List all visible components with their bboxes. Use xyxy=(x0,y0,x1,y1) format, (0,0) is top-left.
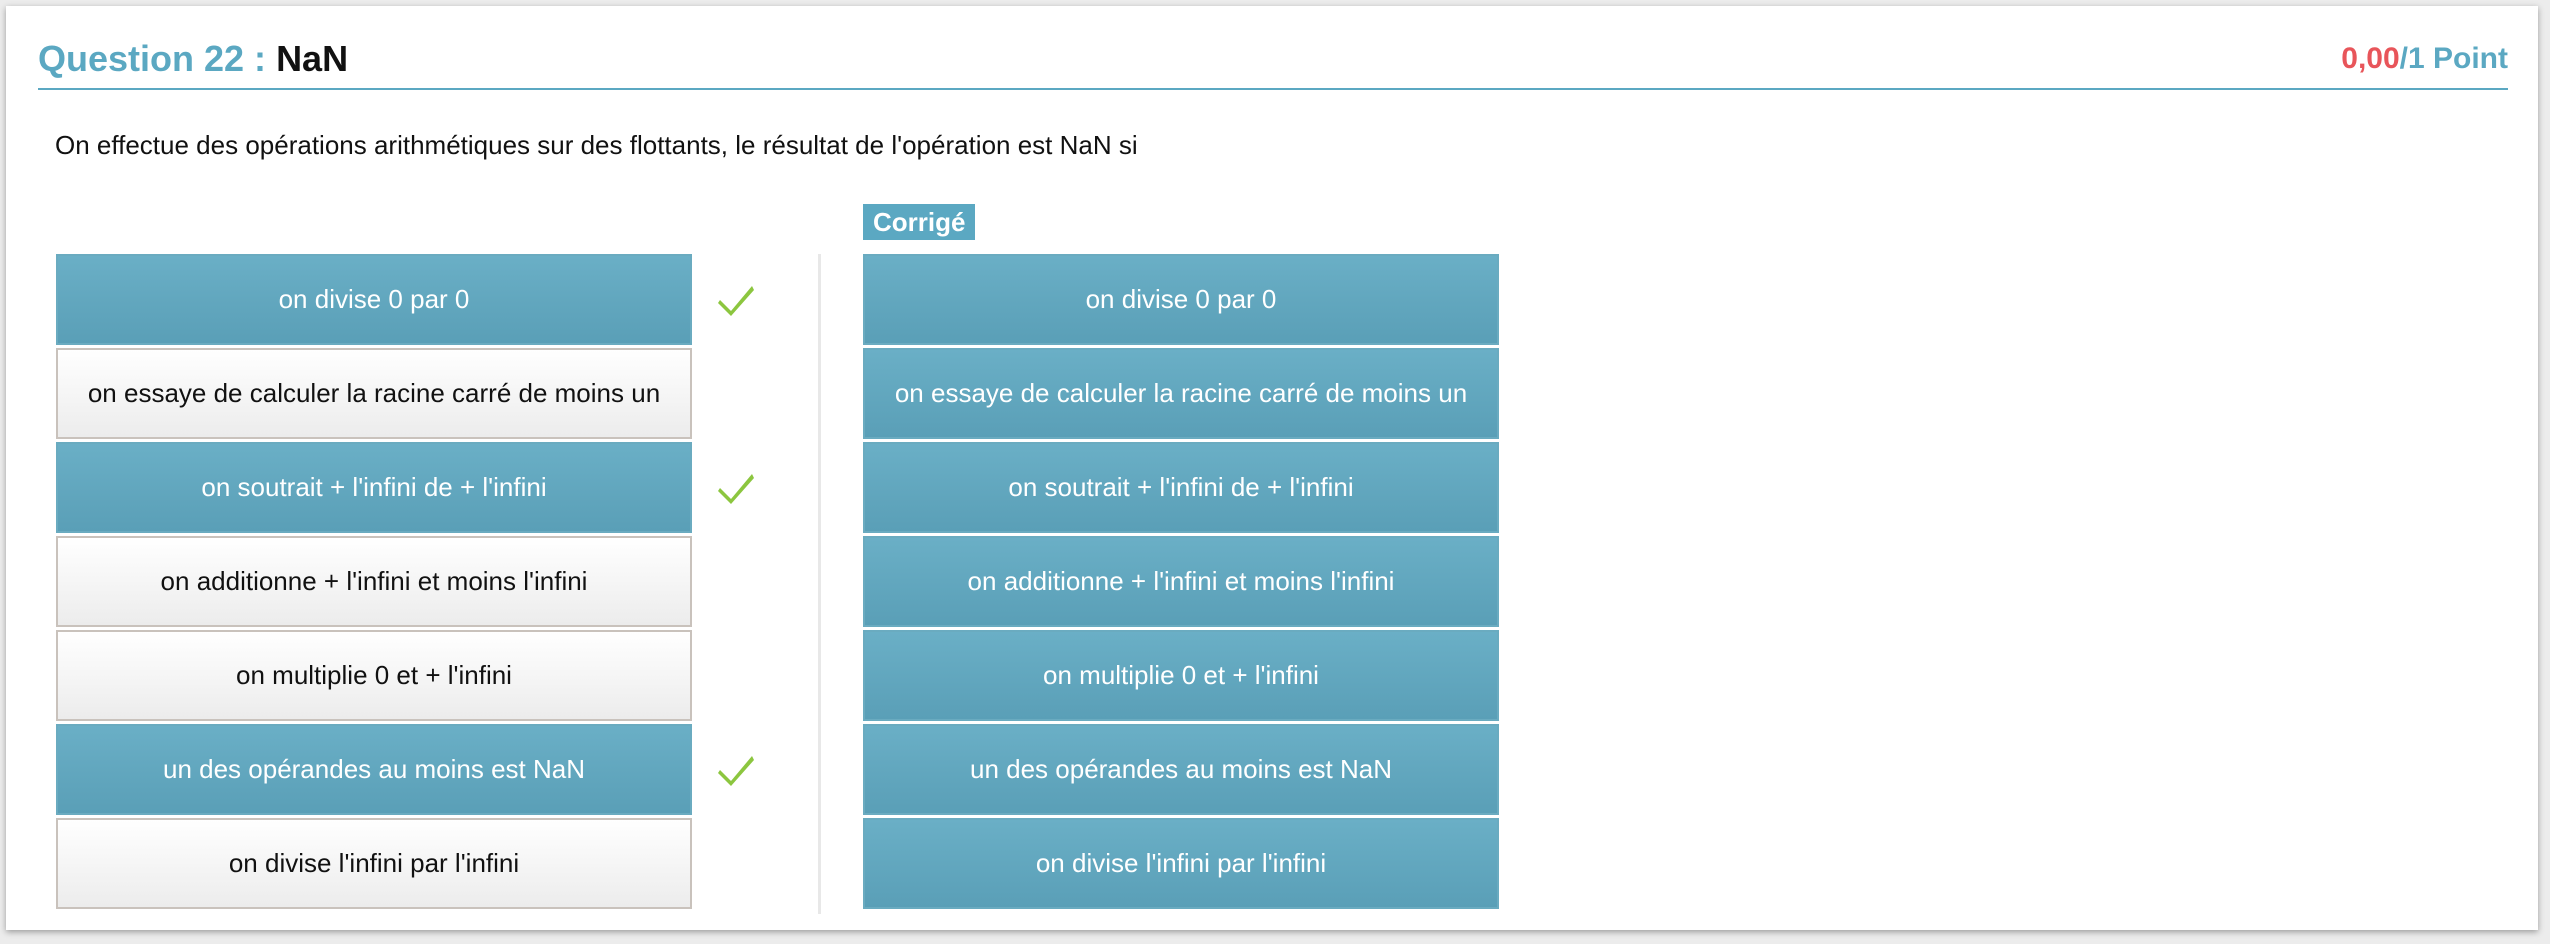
question-title: Question 22 : NaN xyxy=(38,38,348,80)
question-statement: On effectue des opérations arithmétiques… xyxy=(55,130,1138,160)
corrige-item-label: on additionne + l'infini et moins l'infi… xyxy=(967,566,1395,596)
corrige-item: on divise 0 par 0 xyxy=(863,254,1499,345)
answer-option-label: on divise l'infini par l'infini xyxy=(228,848,520,878)
answer-option[interactable]: on multiplie 0 et + l'infini xyxy=(56,630,692,721)
answer-option[interactable]: un des opérandes au moins est NaN xyxy=(56,724,692,815)
corrige-item: un des opérandes au moins est NaN xyxy=(863,724,1499,815)
answer-option-label: on divise 0 par 0 xyxy=(278,284,470,314)
corrige-item: on essaye de calculer la racine carré de… xyxy=(863,348,1499,439)
corrige-item-label: on essaye de calculer la racine carré de… xyxy=(894,378,1468,408)
answer-option[interactable]: on essaye de calculer la racine carré de… xyxy=(56,348,692,439)
corrige-item: on multiplie 0 et + l'infini xyxy=(863,630,1499,721)
answer-list: on divise 0 par 0 on essaye de calculer … xyxy=(56,254,696,912)
check-icon xyxy=(716,749,756,789)
corrige-label: Corrigé xyxy=(863,204,976,240)
corrige-item-label: on divise 0 par 0 xyxy=(1085,284,1277,314)
score: 0,00/1 Point xyxy=(2341,42,2508,76)
answer-option[interactable]: on divise 0 par 0 xyxy=(56,254,692,345)
answer-option[interactable]: on additionne + l'infini et moins l'infi… xyxy=(56,536,692,627)
check-icon xyxy=(716,467,756,507)
corrige-item-label: on soutrait + l'infini de + l'infini xyxy=(1008,472,1354,502)
answer-option-label: on multiplie 0 et + l'infini xyxy=(236,660,512,690)
corrige-item-label: on divise l'infini par l'infini xyxy=(1035,848,1327,878)
check-icon xyxy=(716,279,756,319)
score-value: 0,00 xyxy=(2341,42,2400,75)
column-divider xyxy=(818,254,821,914)
score-total: /1 Point xyxy=(2399,42,2508,75)
answer-option-label: un des opérandes au moins est NaN xyxy=(162,754,586,784)
corrige-item-label: un des opérandes au moins est NaN xyxy=(969,754,1393,784)
corrige-item: on divise l'infini par l'infini xyxy=(863,818,1499,909)
answer-option-label: on soutrait + l'infini de + l'infini xyxy=(201,472,547,502)
question-card: Question 22 : NaN 0,00/1 Point On effect… xyxy=(6,6,2538,930)
corrige-list: on divise 0 par 0 on essaye de calculer … xyxy=(863,254,1503,912)
corrige-item: on soutrait + l'infini de + l'infini xyxy=(863,442,1499,533)
question-label: Question 22 : xyxy=(38,38,267,79)
corrige-item: on additionne + l'infini et moins l'infi… xyxy=(863,536,1499,627)
answer-option[interactable]: on divise l'infini par l'infini xyxy=(56,818,692,909)
answer-option[interactable]: on soutrait + l'infini de + l'infini xyxy=(56,442,692,533)
answer-option-label: on essaye de calculer la racine carré de… xyxy=(87,378,661,408)
question-header: Question 22 : NaN 0,00/1 Point xyxy=(38,34,2508,90)
answer-option-label: on additionne + l'infini et moins l'infi… xyxy=(160,566,588,596)
question-subtitle: NaN xyxy=(276,38,349,79)
corrige-item-label: on multiplie 0 et + l'infini xyxy=(1043,660,1319,690)
